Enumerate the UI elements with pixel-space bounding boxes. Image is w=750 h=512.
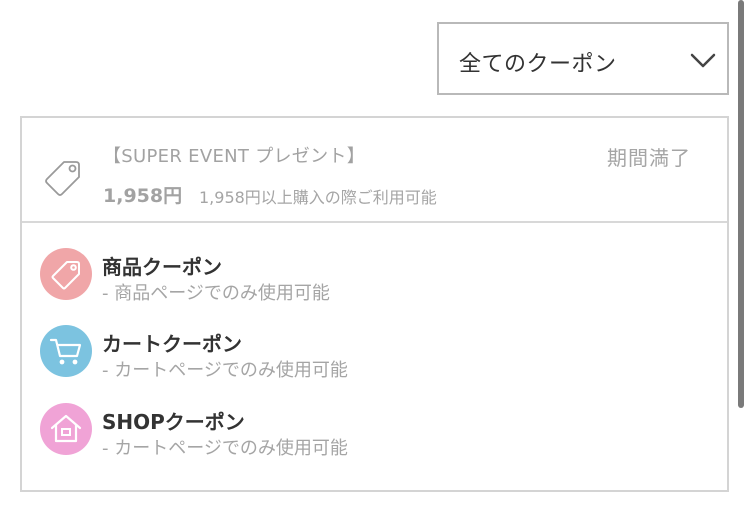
legend-item-cart-coupon: カートクーポン - カートページでのみ使用可能: [40, 325, 700, 385]
legend-desc: - 商品ページでのみ使用可能: [102, 283, 330, 304]
shop-coupon-badge: [40, 403, 92, 455]
coupon-panel: 【SUPER EVENT プレゼント】 期間満了 1,958円 1,958円以上…: [20, 116, 729, 492]
legend-item-product-coupon: 商品クーポン - 商品ページでのみ使用可能: [40, 248, 700, 308]
product-coupon-badge: [40, 248, 92, 300]
legend-title: 商品クーポン: [102, 255, 222, 279]
legend-desc: - カートページでのみ使用可能: [102, 438, 348, 459]
legend-item-shop-coupon: SHOPクーポン - カートページでのみ使用可能: [40, 403, 700, 463]
coupon-status: 期間満了: [607, 146, 691, 170]
coupon-filter-select[interactable]: 全てのクーポン: [437, 22, 729, 95]
coupon-amount: 1,958円: [103, 185, 183, 207]
legend-title: カートクーポン: [102, 332, 242, 356]
coupon-filter-selected: 全てのクーポン: [459, 52, 617, 77]
coupon-item[interactable]: 【SUPER EVENT プレゼント】 期間満了 1,958円 1,958円以上…: [22, 118, 727, 223]
scrollbar[interactable]: [738, 0, 744, 408]
tag-icon: [51, 261, 80, 290]
cart-coupon-badge: [40, 325, 92, 377]
legend-title: SHOPクーポン: [102, 410, 245, 434]
legend-desc: - カートページでのみ使用可能: [102, 360, 348, 381]
chevron-down-icon: [690, 53, 716, 68]
cart-icon: [49, 338, 82, 365]
tag-icon: [45, 161, 80, 196]
coupon-title: 【SUPER EVENT プレゼント】: [103, 146, 365, 167]
house-icon: [50, 414, 82, 443]
coupon-condition: 1,958円以上購入の際ご利用可能: [199, 188, 437, 207]
